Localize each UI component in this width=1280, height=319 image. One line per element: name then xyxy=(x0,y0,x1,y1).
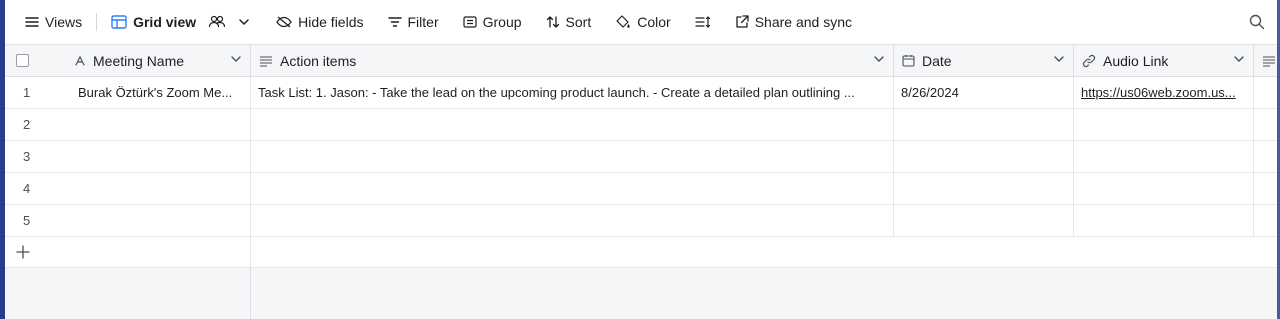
column-header-meeting-name[interactable]: Meeting Name xyxy=(93,53,184,69)
external-link-icon xyxy=(736,15,749,28)
date-cell[interactable] xyxy=(894,109,1074,141)
primary-cell[interactable]: 2 xyxy=(5,109,251,141)
paint-bucket-icon xyxy=(616,15,630,28)
plus-icon xyxy=(16,245,30,259)
grid-view-switcher[interactable]: Grid view xyxy=(105,7,256,37)
next-column-cell[interactable] xyxy=(1254,141,1277,173)
color-button[interactable]: Color xyxy=(609,7,676,37)
hamburger-icon xyxy=(25,17,39,27)
row-number: 4 xyxy=(23,181,31,196)
table-row[interactable]: 3 xyxy=(5,141,1277,173)
row-number: 5 xyxy=(23,213,31,228)
data-grid: Meeting Name Action items Date Audio Lin… xyxy=(5,45,1277,319)
filter-button[interactable]: Filter xyxy=(382,7,445,37)
link-icon xyxy=(1082,54,1096,67)
chevron-down-icon[interactable] xyxy=(873,55,885,63)
group-icon xyxy=(463,16,477,28)
action-items-cell[interactable] xyxy=(251,173,894,205)
meeting-name-value: Burak Öztürk's Zoom Me... xyxy=(78,85,233,100)
hide-fields-button[interactable]: Hide fields xyxy=(270,7,369,37)
chevron-down-icon[interactable] xyxy=(1233,55,1245,63)
filter-label: Filter xyxy=(407,14,439,30)
next-column-cell[interactable] xyxy=(1254,77,1277,109)
action-items-value: Task List: 1. Jason: - Take the lead on … xyxy=(258,85,855,100)
sort-button[interactable]: Sort xyxy=(540,7,598,37)
row-number: 2 xyxy=(23,117,31,132)
group-label: Group xyxy=(482,14,522,30)
column-header-date[interactable]: Date xyxy=(922,53,952,69)
views-label: Views xyxy=(45,14,83,30)
views-button[interactable]: Views xyxy=(19,7,88,37)
share-and-sync-button[interactable]: Share and sync xyxy=(729,7,858,37)
audio-link-value[interactable]: https://us06web.zoom.us... xyxy=(1081,85,1236,100)
date-cell[interactable]: 8/26/2024 xyxy=(894,77,1074,109)
search-button[interactable] xyxy=(1243,7,1271,37)
primary-column-divider xyxy=(250,268,251,319)
date-value: 8/26/2024 xyxy=(901,85,959,100)
table-row[interactable]: 2 xyxy=(5,109,1277,141)
row-number: 3 xyxy=(23,149,31,164)
hide-fields-label: Hide fields xyxy=(298,14,364,30)
audio-link-cell[interactable] xyxy=(1074,109,1254,141)
primary-cell[interactable]: 4 xyxy=(5,173,251,205)
primary-cell[interactable]: 5 xyxy=(5,205,251,237)
next-column-cell[interactable] xyxy=(1254,205,1277,237)
chevron-down-icon xyxy=(239,19,249,26)
eye-off-icon xyxy=(276,16,292,28)
table-row[interactable]: 4 xyxy=(5,173,1277,205)
table-row[interactable]: 5 xyxy=(5,205,1277,237)
group-button[interactable]: Group xyxy=(457,7,528,37)
text-field-icon xyxy=(75,55,85,66)
date-cell[interactable] xyxy=(894,173,1074,205)
header-date: Date xyxy=(894,45,1074,77)
toolbar-divider xyxy=(96,13,98,31)
add-record-row[interactable] xyxy=(5,237,1277,268)
row-height-icon xyxy=(695,16,710,28)
search-icon xyxy=(1249,14,1265,30)
chevron-down-icon[interactable] xyxy=(230,55,242,63)
view-name: Grid view xyxy=(133,14,197,30)
grid-icon xyxy=(111,15,127,29)
color-label: Color xyxy=(637,14,671,30)
date-cell[interactable] xyxy=(894,141,1074,173)
table-row[interactable]: 1 Burak Öztürk's Zoom Me... Task List: 1… xyxy=(5,77,1277,109)
primary-cell[interactable]: 1 Burak Öztürk's Zoom Me... xyxy=(5,77,251,109)
header-primary-column: Meeting Name xyxy=(5,45,251,77)
action-items-cell[interactable] xyxy=(251,141,894,173)
long-text-icon xyxy=(260,55,272,67)
filter-icon xyxy=(387,17,402,27)
next-column-cell[interactable] xyxy=(1254,173,1277,205)
audio-link-cell[interactable]: https://us06web.zoom.us... xyxy=(1074,77,1254,109)
audio-link-cell[interactable] xyxy=(1074,173,1254,205)
primary-cell[interactable]: 3 xyxy=(5,141,251,173)
share-label: Share and sync xyxy=(754,14,852,30)
row-number: 1 xyxy=(23,85,31,100)
audio-link-cell[interactable] xyxy=(1074,205,1254,237)
calendar-icon xyxy=(902,55,915,67)
sort-label: Sort xyxy=(565,14,592,30)
next-column-cell[interactable] xyxy=(1254,109,1277,141)
action-items-cell[interactable]: Task List: 1. Jason: - Take the lead on … xyxy=(251,77,894,109)
action-items-cell[interactable] xyxy=(251,205,894,237)
column-header-action-items[interactable]: Action items xyxy=(280,53,356,69)
row-height-button[interactable] xyxy=(689,7,717,37)
add-record-button[interactable] xyxy=(5,237,251,268)
action-items-cell[interactable] xyxy=(251,109,894,141)
column-header-audio-link[interactable]: Audio Link xyxy=(1103,53,1168,69)
header-action-items: Action items xyxy=(251,45,894,77)
audio-link-cell[interactable] xyxy=(1074,141,1254,173)
select-all-checkbox[interactable] xyxy=(16,54,29,67)
people-icon xyxy=(209,15,226,28)
add-record-fill[interactable] xyxy=(251,237,1277,268)
view-toolbar: Views Grid view Hide fields Filter Group… xyxy=(5,0,1277,45)
date-cell[interactable] xyxy=(894,205,1074,237)
header-audio-link: Audio Link xyxy=(1074,45,1254,77)
long-text-icon xyxy=(1263,55,1275,67)
chevron-down-icon[interactable] xyxy=(1053,55,1065,63)
header-next-column[interactable] xyxy=(1254,45,1277,77)
sort-icon xyxy=(546,16,559,28)
